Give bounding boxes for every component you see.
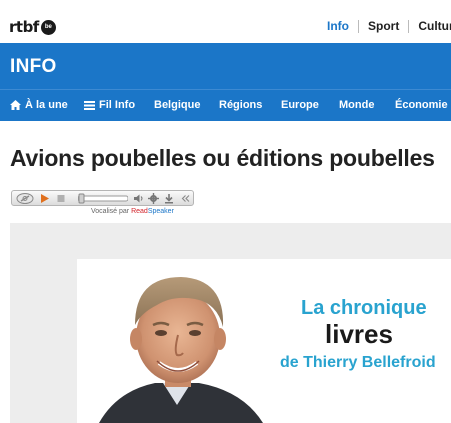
credit-brand-read: Read (131, 208, 148, 215)
play-icon[interactable] (40, 193, 50, 204)
stop-icon[interactable] (56, 193, 66, 204)
banner-line-author: de Thierry Bellefroid (280, 354, 436, 371)
progress-slider[interactable] (78, 193, 128, 204)
download-icon[interactable] (164, 193, 174, 204)
credit-prefix: Vocalisé par (91, 208, 130, 215)
nav-label: À la une (25, 99, 68, 111)
logo-badge: be (40, 19, 56, 35)
top-nav-separator (358, 19, 359, 33)
nav-item-a-la-une[interactable]: À la une (10, 99, 68, 111)
top-nav-culture[interactable]: Culture (418, 19, 451, 33)
rtbf-logo[interactable]: rtbf be (9, 18, 56, 36)
section-header: INFO (0, 43, 451, 89)
list-icon (84, 100, 95, 110)
chronicle-banner: La chronique livres de Thierry Bellefroi… (77, 259, 451, 423)
nav-item-fil-info[interactable]: Fil Info (84, 99, 135, 111)
main-nav: À la une Fil Info Belgique Régions Europ… (0, 89, 451, 121)
logo-text: rtbf (9, 18, 39, 36)
nav-item-monde[interactable]: Monde (339, 99, 374, 111)
banner-line-livres: livres (325, 319, 393, 349)
top-nav-info[interactable]: Info (327, 19, 349, 33)
credit-brand-speaker: Speaker (147, 208, 174, 215)
readspeaker-player (11, 190, 194, 206)
author-portrait-image (99, 277, 263, 423)
article-title: Avions poubelles ou éditions poubelles (10, 145, 435, 171)
top-nav-sport[interactable]: Sport (368, 19, 399, 33)
settings-icon[interactable] (148, 193, 159, 204)
volume-icon[interactable] (133, 193, 144, 204)
top-nav-separator (408, 19, 410, 33)
section-title[interactable]: INFO (10, 56, 57, 78)
collapse-icon[interactable] (181, 193, 190, 204)
nav-item-europe[interactable]: Europe (281, 99, 319, 111)
readspeaker-credit[interactable]: Vocalisé par ReadSpeaker (91, 208, 174, 215)
nav-item-belgique[interactable]: Belgique (154, 99, 200, 111)
nav-item-regions[interactable]: Régions (219, 99, 262, 111)
banner-line-chronique: La chronique (301, 297, 427, 319)
listen-icon[interactable] (16, 193, 34, 204)
nav-label: Fil Info (99, 99, 136, 111)
top-nav: Info Sport Culture (327, 19, 451, 33)
article-media: La chronique livres de Thierry Bellefroi… (10, 223, 451, 423)
home-icon (10, 100, 21, 110)
top-bar: rtbf be Info Sport Culture (0, 0, 451, 43)
nav-item-economie[interactable]: Économie (395, 99, 448, 111)
